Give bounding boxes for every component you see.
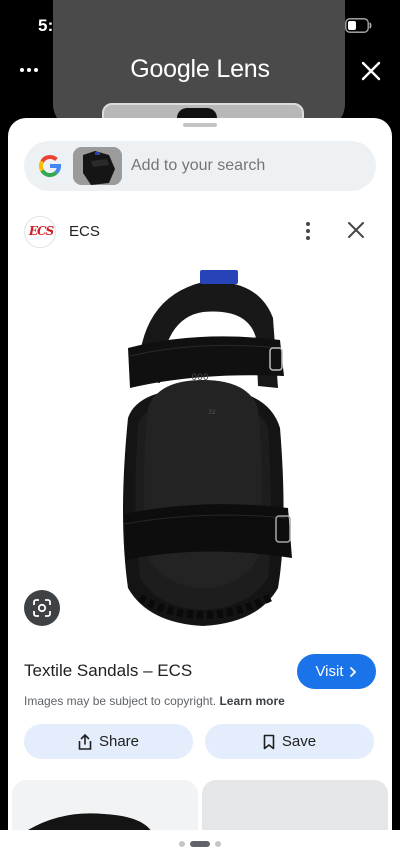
google-logo-icon — [39, 154, 61, 178]
drag-handle[interactable] — [183, 123, 217, 127]
kebab-icon[interactable] — [304, 219, 312, 243]
app-title: Google Lens — [130, 55, 270, 83]
page-dot — [215, 841, 221, 847]
source-name[interactable]: ECS — [69, 223, 100, 240]
page-dot — [179, 841, 185, 847]
svg-text:000: 000 — [191, 373, 208, 383]
lens-icon — [33, 599, 51, 617]
size-label: 32 — [208, 409, 216, 416]
results-sheet: Add to your search ECS ECS 000 32 Textil… — [8, 118, 392, 865]
save-label: Save — [281, 733, 317, 750]
source-logo: ECS — [24, 216, 56, 248]
search-image-thumbnail[interactable] — [73, 147, 122, 185]
page-dot-active — [190, 841, 210, 847]
product-image: 000 32 — [123, 270, 292, 626]
share-button[interactable]: Share — [24, 724, 193, 759]
bookmark-icon — [263, 734, 275, 749]
search-input[interactable]: Add to your search — [131, 157, 265, 175]
chevron-right-icon — [349, 666, 356, 677]
visit-button[interactable]: Visit — [297, 654, 376, 689]
close-icon[interactable] — [360, 60, 382, 82]
visit-label: Visit — [315, 663, 344, 680]
battery-icon — [345, 18, 372, 33]
copyright-note: Images may be subject to copyright. Lear… — [24, 694, 285, 708]
source-row: ECS ECS — [8, 213, 392, 253]
page-indicator — [0, 835, 400, 853]
close-icon[interactable] — [347, 221, 365, 239]
learn-more-link[interactable]: Learn more — [219, 694, 284, 708]
share-icon — [78, 733, 92, 750]
search-bar[interactable]: Add to your search — [24, 141, 376, 191]
blue-pull-tab — [200, 270, 238, 284]
save-button[interactable]: Save — [205, 724, 374, 759]
product-title[interactable]: Textile Sandals – ECS — [24, 661, 192, 681]
share-label: Share — [98, 733, 140, 750]
lens-search-button[interactable] — [24, 590, 60, 626]
